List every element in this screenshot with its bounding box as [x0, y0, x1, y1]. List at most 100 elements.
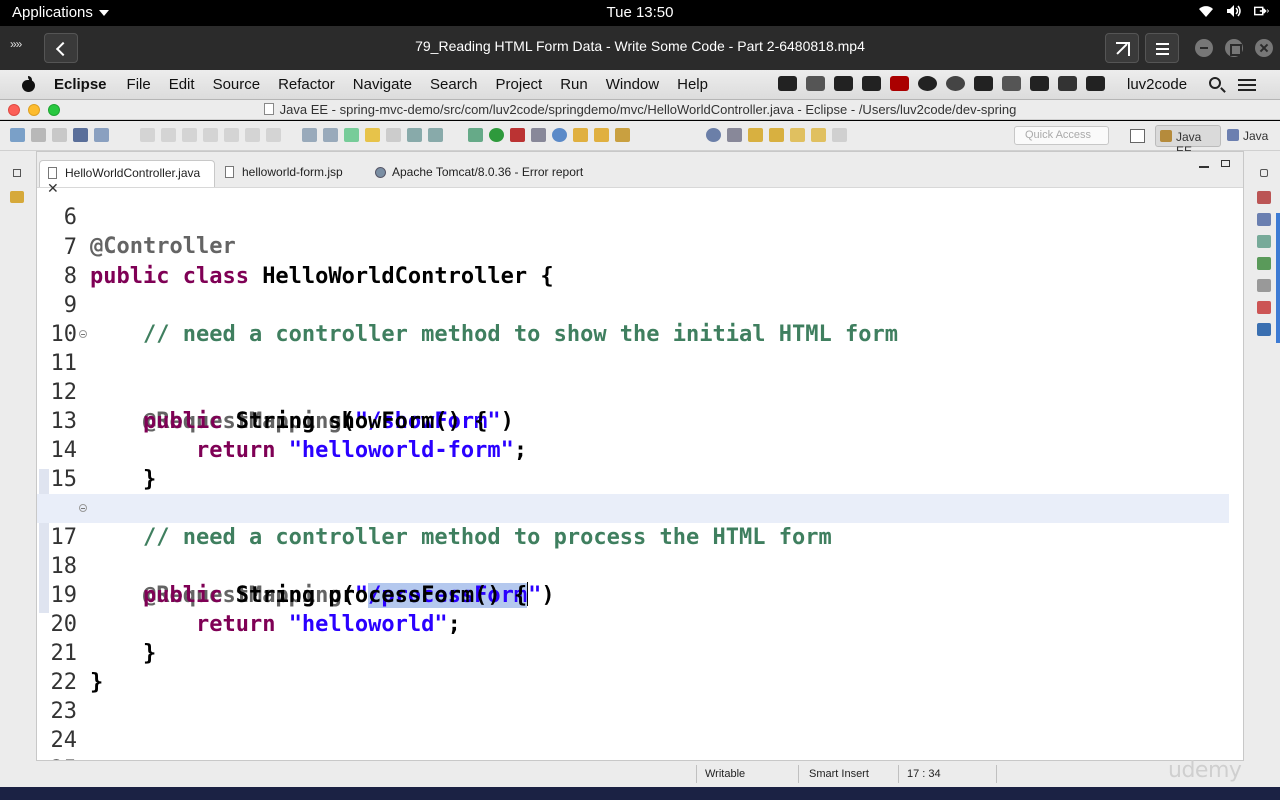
back-button[interactable] — [44, 33, 78, 63]
toggle-block-icon[interactable] — [302, 128, 317, 142]
code-line: 16 // need a controller method to proces… — [37, 465, 1229, 550]
new-icon[interactable] — [10, 128, 25, 142]
search-icon[interactable] — [615, 128, 630, 142]
window-title: Java EE - spring-mvc-demo/src/com/luv2co… — [0, 102, 1280, 117]
apple-icon[interactable] — [21, 76, 35, 92]
home-icon[interactable] — [834, 76, 853, 91]
bluetooth-icon[interactable] — [1002, 76, 1021, 91]
quick-access-field[interactable]: Quick Access — [1014, 126, 1109, 145]
evernote-icon[interactable] — [862, 76, 881, 91]
menu-refactor[interactable]: Refactor — [278, 76, 335, 93]
last-edit-icon[interactable] — [790, 128, 805, 142]
eclipse-title-bar: Java EE - spring-mvc-demo/src/com/luv2co… — [0, 100, 1280, 120]
camera-icon[interactable] — [778, 76, 797, 91]
suspend-icon[interactable] — [161, 128, 176, 142]
previous-annotation-icon[interactable] — [769, 128, 784, 142]
side-scroll-indicator[interactable] — [1276, 213, 1280, 343]
time-machine-icon[interactable] — [946, 76, 965, 91]
volume-icon[interactable] — [1086, 76, 1105, 91]
applications-menu[interactable]: Applications — [12, 4, 109, 21]
run-external-icon[interactable] — [510, 128, 525, 142]
status-cursor-position[interactable]: 17 : 34 — [907, 768, 941, 780]
debug-icon[interactable] — [468, 128, 483, 142]
eject-icon[interactable] — [1058, 76, 1077, 91]
menu-search[interactable]: Search — [430, 76, 478, 93]
terminal-icon[interactable] — [73, 128, 88, 142]
system-tray[interactable] — [1198, 4, 1270, 18]
wifi-icon[interactable] — [1030, 76, 1049, 91]
servers-icon[interactable] — [1257, 257, 1271, 270]
outline-icon[interactable] — [1257, 191, 1271, 204]
back-icon[interactable] — [811, 128, 826, 142]
window-title-text: Java EE - spring-mvc-demo/src/com/luv2co… — [279, 102, 1017, 117]
perspective-java-ee[interactable]: Java EE — [1155, 125, 1221, 158]
player-menu-icon[interactable]: »» — [10, 37, 22, 51]
clock[interactable]: Tue 13:50 — [0, 4, 1280, 21]
console-icon[interactable] — [1257, 323, 1271, 336]
fold-collapse-icon[interactable] — [79, 504, 87, 512]
step-return-icon[interactable] — [266, 128, 281, 142]
next-annotation-icon[interactable] — [748, 128, 763, 142]
web-browser-icon[interactable] — [706, 128, 721, 142]
close-button[interactable] — [1255, 39, 1273, 57]
accessibility-icon[interactable] — [918, 76, 937, 91]
spotlight-search-icon[interactable] — [1209, 77, 1221, 89]
open-type-icon[interactable] — [573, 128, 588, 142]
menu-edit[interactable]: Edit — [169, 76, 195, 93]
record-icon[interactable] — [890, 76, 909, 91]
open-perspective-icon[interactable] — [1130, 129, 1145, 143]
task-list-icon[interactable] — [1257, 213, 1271, 226]
user-name[interactable]: luv2code — [1127, 76, 1187, 93]
menu-file[interactable]: File — [127, 76, 151, 93]
minimize-button[interactable] — [1195, 39, 1213, 57]
fold-collapse-icon[interactable] — [79, 330, 87, 338]
window-close-button[interactable] — [8, 104, 20, 116]
perspective-java[interactable]: Java — [1223, 125, 1278, 147]
paragraph-icon[interactable] — [428, 128, 443, 142]
menu-navigate[interactable]: Navigate — [353, 76, 412, 93]
fullscreen-button[interactable] — [1105, 33, 1139, 63]
new-server-icon[interactable] — [531, 128, 546, 142]
disconnect-icon[interactable] — [203, 128, 218, 142]
markers-icon[interactable] — [1257, 235, 1271, 248]
step-into-icon[interactable] — [224, 128, 239, 142]
terminate-icon[interactable] — [182, 128, 197, 142]
package-explorer-icon[interactable] — [10, 191, 24, 203]
status-insert-mode[interactable]: Smart Insert — [809, 768, 869, 780]
skip-breakpoints-icon[interactable] — [94, 128, 109, 142]
external-tools-icon[interactable] — [727, 128, 742, 142]
resume-icon[interactable] — [140, 128, 155, 142]
menu-project[interactable]: Project — [496, 76, 543, 93]
menu-source[interactable]: Source — [213, 76, 261, 93]
maximize-button[interactable] — [1225, 39, 1243, 57]
code-area[interactable]: 6 @Controller 7 public class HelloWorldC… — [37, 188, 1243, 760]
hamburger-menu-button[interactable] — [1145, 33, 1179, 63]
properties-icon[interactable] — [1257, 279, 1271, 292]
open-task-icon[interactable] — [594, 128, 609, 142]
screens-icon[interactable] — [806, 76, 825, 91]
window-minimize-button[interactable] — [28, 104, 40, 116]
maximize-editor-icon[interactable] — [1221, 160, 1230, 167]
step-over-icon[interactable] — [245, 128, 260, 142]
breadcrumb-icon[interactable] — [344, 128, 359, 142]
window-zoom-button[interactable] — [48, 104, 60, 116]
problems-icon[interactable] — [1257, 301, 1271, 314]
menu-help[interactable]: Help — [677, 76, 708, 93]
minimize-editor-icon[interactable] — [1199, 160, 1209, 168]
menu-window[interactable]: Window — [606, 76, 659, 93]
restore-icon[interactable] — [13, 169, 21, 177]
notification-list-icon[interactable] — [1238, 78, 1256, 92]
menu-app-eclipse[interactable]: Eclipse — [54, 76, 107, 93]
forward-icon[interactable] — [832, 128, 847, 142]
word-wrap-icon[interactable] — [323, 128, 338, 142]
show-whitespace-icon[interactable] — [386, 128, 401, 142]
menu-run[interactable]: Run — [560, 76, 588, 93]
block-selection-icon[interactable] — [407, 128, 422, 142]
save-all-icon[interactable] — [52, 128, 67, 142]
spy-icon[interactable] — [974, 76, 993, 91]
save-icon[interactable] — [31, 128, 46, 142]
new-java-class-icon[interactable] — [552, 128, 567, 142]
run-icon[interactable] — [489, 128, 504, 142]
restore-icon[interactable] — [1260, 169, 1268, 177]
mark-occurrences-icon[interactable] — [365, 128, 380, 142]
